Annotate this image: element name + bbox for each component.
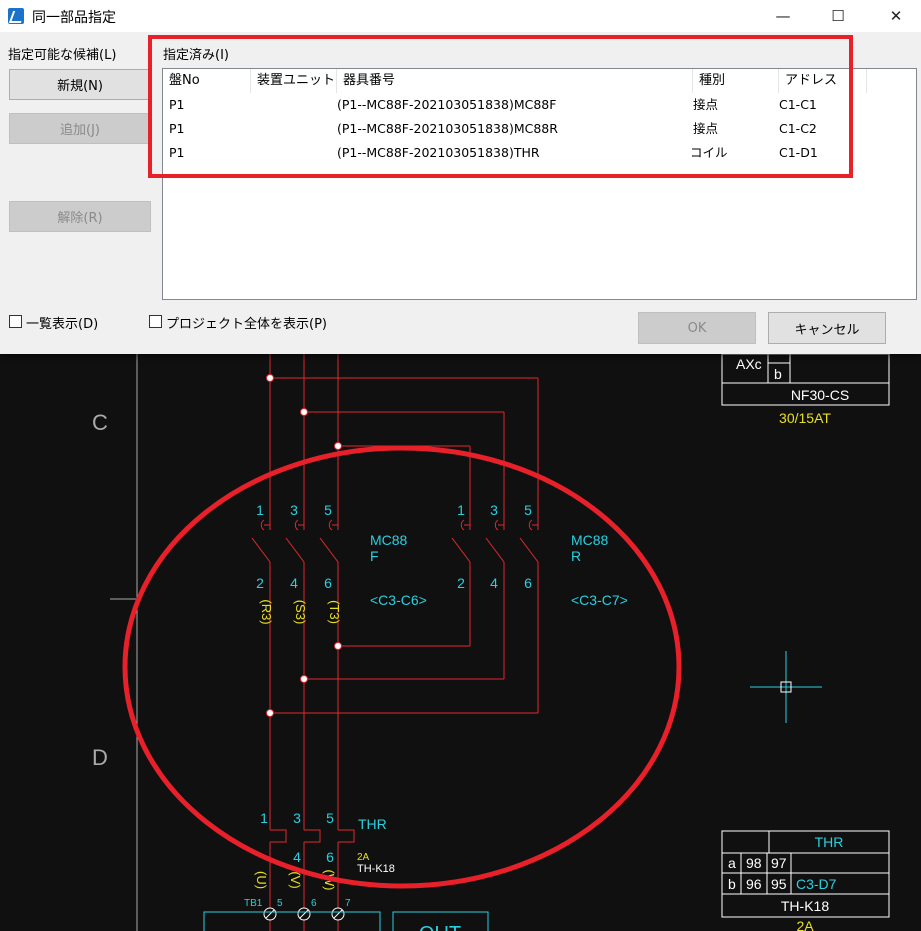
tb-term-7: 7 xyxy=(345,898,351,909)
row-label-d: D xyxy=(92,745,108,770)
mc88r-name2: R xyxy=(571,548,581,564)
row-address: C1-C2 xyxy=(779,121,817,136)
mc88f-term-4: 4 xyxy=(290,575,298,591)
wires xyxy=(251,354,539,931)
app-icon xyxy=(8,8,24,24)
cancel-button[interactable]: キャンセル xyxy=(768,312,886,344)
mc88r-term-4: 4 xyxy=(490,575,498,591)
tb-terminals xyxy=(263,907,345,921)
out-v: (V) xyxy=(288,871,303,888)
thr-term-1: 1 xyxy=(260,810,268,826)
thr-term-3: 3 xyxy=(293,810,301,826)
phase-r3: (R3) xyxy=(259,599,274,624)
mc88f-term-2: 2 xyxy=(256,575,264,591)
breaker-rating: 30/15AT xyxy=(779,410,831,426)
thr-rating: 2A xyxy=(357,852,370,863)
breaker-model: NF30-CS xyxy=(791,387,849,403)
mc88r-ref: <C3-C7> xyxy=(571,592,628,608)
col-header-address[interactable]: アドレス xyxy=(779,69,867,93)
out-u: (U) xyxy=(254,871,269,889)
phase-s3: (S3) xyxy=(293,600,308,625)
tb-outline xyxy=(203,911,381,931)
thr-name: THR xyxy=(358,816,387,832)
mc88f-term-1: 1 xyxy=(256,502,264,518)
thr-term-4: 4 xyxy=(293,849,301,865)
thr-table-rating: 2A xyxy=(796,918,814,931)
row-panel: P1 xyxy=(169,97,185,112)
mc88f-term-6: 6 xyxy=(324,575,332,591)
row-kind: コイル xyxy=(690,145,728,160)
mc88f-ref: <C3-C6> xyxy=(370,592,427,608)
breaker-axc: AXc xyxy=(736,356,762,372)
mc88r-name1: MC88 xyxy=(571,532,609,548)
row-kind: 接点 xyxy=(693,97,719,112)
thr-term-6: 6 xyxy=(326,849,334,865)
mc88f-name2: F xyxy=(370,548,379,564)
thr-term-5: 5 xyxy=(326,810,334,826)
tb-name: TB1 xyxy=(244,898,263,909)
col-header-panel[interactable]: 盤No xyxy=(163,69,251,93)
row-address: C1-D1 xyxy=(779,145,818,160)
highlight-ellipse xyxy=(122,445,682,889)
ok-button[interactable]: OK xyxy=(638,312,756,344)
row-device: (P1--MC88F-20210305183​8)THR xyxy=(337,145,540,160)
row-panel: P1 xyxy=(169,145,185,160)
thr-model: TH-K18 xyxy=(357,863,395,875)
minimize-button[interactable]: — xyxy=(760,0,806,32)
row-device: (P1--MC88F-20210305183​8)MC88F xyxy=(337,97,557,112)
out-box-label: OUT xyxy=(419,923,461,931)
candidates-label: 指定可能な候補(L) xyxy=(8,48,117,63)
mc88f-term-5: 5 xyxy=(324,502,332,518)
phase-t3: (T3) xyxy=(327,600,342,624)
thr-table-95: 95 xyxy=(771,876,787,892)
thr-table-97: 97 xyxy=(771,855,787,871)
project-all-checkbox[interactable] xyxy=(149,315,162,328)
title-bar[interactable]: 同一部品指定 — ☐ ✕ xyxy=(0,0,921,32)
mc88r-term-5: 5 xyxy=(524,502,532,518)
assigned-label: 指定済み(I) xyxy=(163,48,229,63)
row-label-c: C xyxy=(92,410,108,435)
row-address: C1-C1 xyxy=(779,97,817,112)
tb-term-5: 5 xyxy=(277,898,283,909)
thr-table-title: THR xyxy=(815,834,844,850)
thr-table-96: 96 xyxy=(746,876,762,892)
mc88f-term-3: 3 xyxy=(290,502,298,518)
close-button[interactable]: ✕ xyxy=(873,0,919,32)
release-button[interactable]: 解除(R) xyxy=(9,201,151,232)
mc88r-term-1: 1 xyxy=(457,502,465,518)
thr-table-ref: C3-D7 xyxy=(796,876,837,892)
assigned-list[interactable]: 盤No 装置ユニット 器具番号 種別 アドレス P1 (P1--MC88F-20… xyxy=(162,68,917,300)
row-kind: 接点 xyxy=(693,121,719,136)
breaker-b: b xyxy=(774,366,782,382)
row-panel: P1 xyxy=(169,121,185,136)
add-button[interactable]: 追加(J) xyxy=(9,113,151,144)
list-view-label[interactable]: 一覧表示(D) xyxy=(26,313,98,332)
col-header-kind[interactable]: 種別 xyxy=(693,69,779,93)
thr-table-98: 98 xyxy=(746,855,762,871)
crosshair-cursor xyxy=(750,651,822,723)
new-button[interactable]: 新規(N) xyxy=(9,69,151,100)
project-all-label[interactable]: プロジェクト全体を表示(P) xyxy=(166,313,327,332)
thr-table-model: TH-K18 xyxy=(781,898,829,914)
thr-table-b: b xyxy=(728,876,736,892)
thr-table-a: a xyxy=(728,855,736,871)
same-part-dialog: 同一部品指定 — ☐ ✕ 指定可能な候補(L) 指定済み(I) 新規(N) 追加… xyxy=(0,0,921,354)
col-header-device[interactable]: 器具番号 xyxy=(337,69,693,93)
tb-term-6: 6 xyxy=(311,898,317,909)
mc88r-term-6: 6 xyxy=(524,575,532,591)
list-view-checkbox[interactable] xyxy=(9,315,22,328)
mc88r-term-3: 3 xyxy=(490,502,498,518)
dialog-title: 同一部品指定 xyxy=(32,10,116,26)
row-device: (P1--MC88F-20210305183​8)MC88R xyxy=(337,121,558,136)
mc88f-name1: MC88 xyxy=(370,532,408,548)
col-header-unit[interactable]: 装置ユニット xyxy=(251,69,337,93)
maximize-button[interactable]: ☐ xyxy=(815,0,861,32)
mc88r-term-2: 2 xyxy=(457,575,465,591)
